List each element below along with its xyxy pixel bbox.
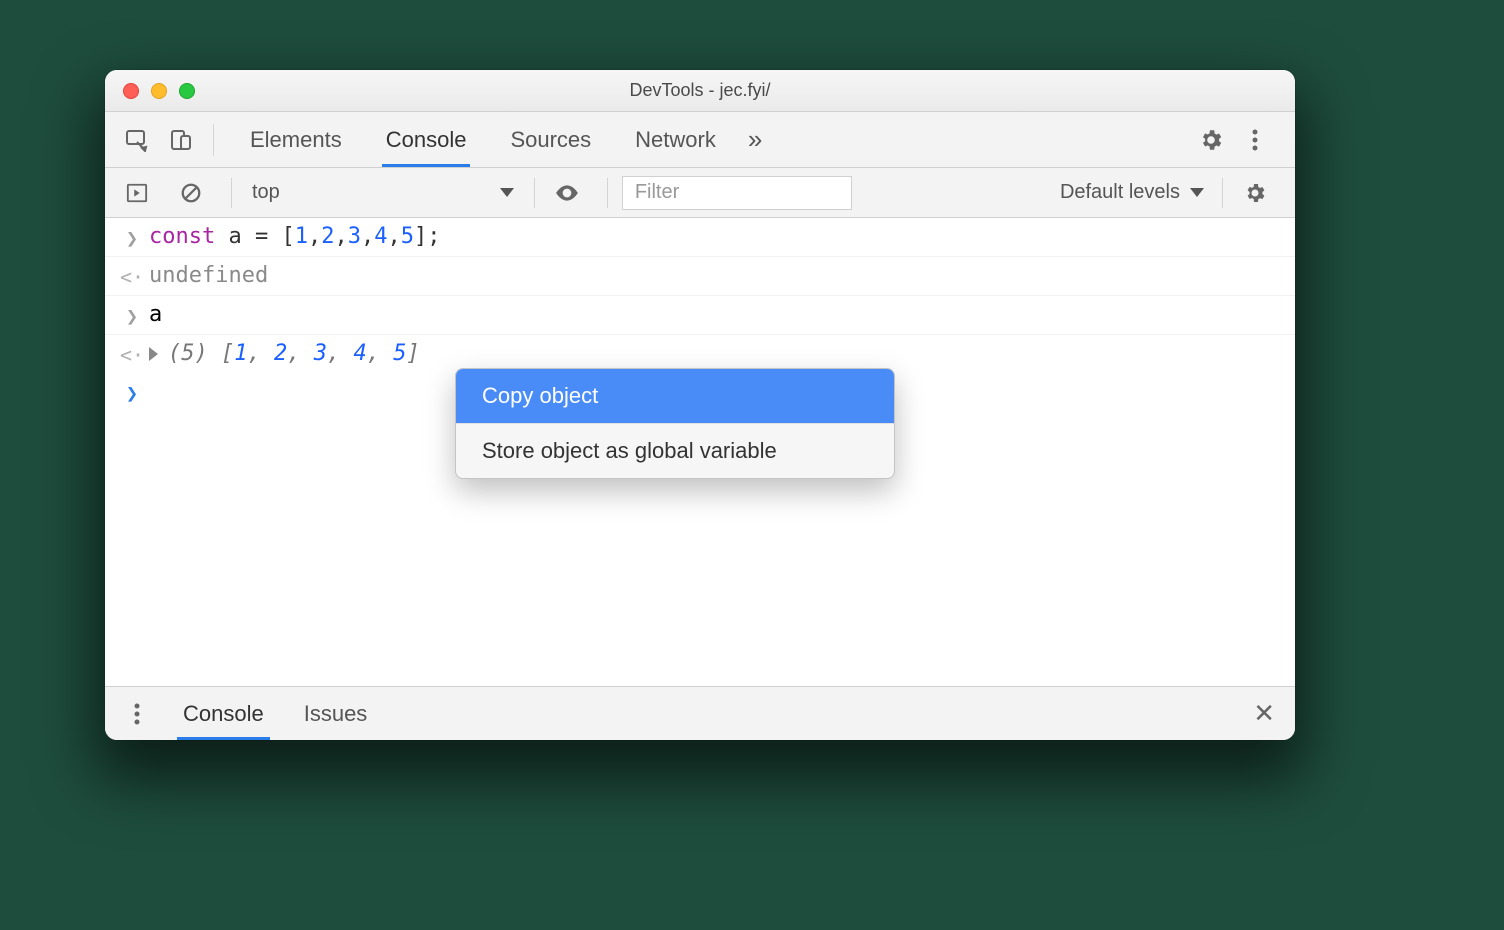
- main-tab-bar: Elements Console Sources Network »: [105, 112, 1295, 168]
- log-levels-dropdown[interactable]: Default levels: [1056, 181, 1208, 204]
- console-result-undefined: undefined: [149, 263, 1291, 288]
- drawer-tab-console[interactable]: Console: [163, 687, 284, 740]
- sidebar-toggle-icon[interactable]: [119, 175, 155, 211]
- title-bar: DevTools - jec.fyi/: [105, 70, 1295, 112]
- clear-console-icon[interactable]: [173, 175, 209, 211]
- expand-triangle-icon[interactable]: [149, 347, 158, 361]
- console-log-area[interactable]: ❯ const a = [1,2,3,4,5]; <· undefined ❯ …: [105, 218, 1295, 686]
- console-result-array[interactable]: (5) [1, 2, 3, 4, 5]: [149, 341, 1291, 366]
- devtools-window: DevTools - jec.fyi/ Elements Console Sou…: [105, 70, 1295, 740]
- console-input-row: ❯ const a = [1,2,3,4,5];: [105, 218, 1295, 257]
- divider: [534, 178, 535, 208]
- drawer-kebab-icon[interactable]: [119, 696, 155, 732]
- more-tabs-icon[interactable]: »: [738, 124, 772, 155]
- console-output-row: <· undefined: [105, 257, 1295, 296]
- console-code-line: a: [149, 302, 1291, 327]
- window-title: DevTools - jec.fyi/: [105, 80, 1295, 101]
- tab-elements[interactable]: Elements: [228, 112, 364, 167]
- console-toolbar: top Default levels: [105, 168, 1295, 218]
- divider: [231, 178, 232, 208]
- execution-context-dropdown[interactable]: top: [246, 177, 520, 209]
- execution-context-label: top: [252, 181, 280, 204]
- drawer-bar: Console Issues ✕: [105, 686, 1295, 740]
- input-chevron-icon: ❯: [115, 302, 149, 328]
- minimize-window-button[interactable]: [151, 83, 167, 99]
- log-levels-label: Default levels: [1060, 181, 1180, 204]
- kebab-menu-icon[interactable]: [1237, 122, 1273, 158]
- output-chevron-icon: <·: [115, 341, 149, 367]
- traffic-lights: [105, 83, 195, 99]
- context-menu-item-copy-object[interactable]: Copy object: [456, 369, 894, 424]
- divider: [213, 124, 214, 156]
- tab-sources[interactable]: Sources: [488, 112, 613, 167]
- prompt-chevron-icon: ❯: [115, 379, 149, 405]
- console-settings-gear-icon[interactable]: [1237, 175, 1273, 211]
- console-code-line: const a = [1,2,3,4,5];: [149, 224, 1291, 249]
- input-chevron-icon: ❯: [115, 224, 149, 250]
- settings-gear-icon[interactable]: [1193, 122, 1229, 158]
- console-input-row: ❯ a: [105, 296, 1295, 335]
- chevron-down-icon: [1190, 188, 1204, 197]
- chevron-down-icon: [500, 188, 514, 197]
- drawer-tab-issues[interactable]: Issues: [284, 687, 388, 740]
- maximize-window-button[interactable]: [179, 83, 195, 99]
- tab-console[interactable]: Console: [364, 112, 489, 167]
- context-menu: Copy object Store object as global varia…: [455, 368, 895, 479]
- output-chevron-icon: <·: [115, 263, 149, 289]
- inspect-element-icon[interactable]: [119, 122, 155, 158]
- close-window-button[interactable]: [123, 83, 139, 99]
- divider: [1222, 178, 1223, 208]
- context-menu-item-store-global[interactable]: Store object as global variable: [456, 424, 894, 478]
- live-expression-eye-icon[interactable]: [549, 175, 585, 211]
- divider: [607, 178, 608, 208]
- tab-network[interactable]: Network: [613, 112, 738, 167]
- close-drawer-icon[interactable]: ✕: [1247, 698, 1281, 729]
- device-toolbar-icon[interactable]: [163, 122, 199, 158]
- filter-input[interactable]: [622, 176, 852, 210]
